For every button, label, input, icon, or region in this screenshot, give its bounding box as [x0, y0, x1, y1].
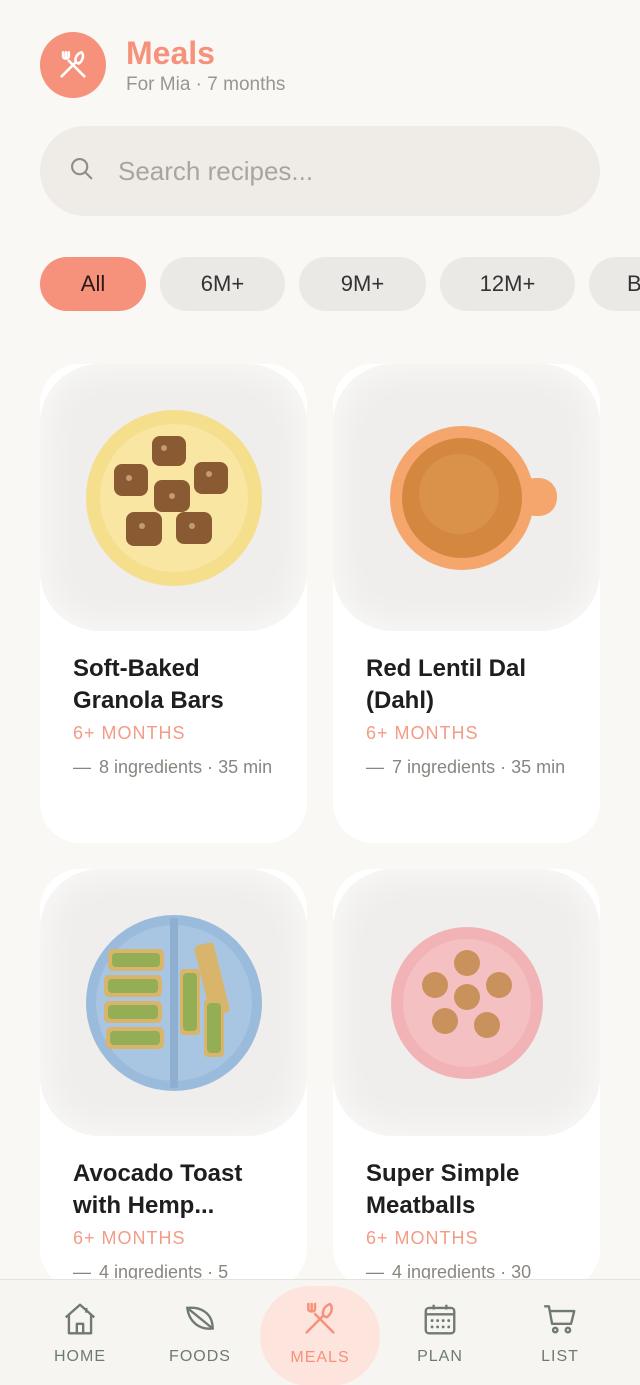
bottom-tab-bar: HOME FOODS MEALS PLAN LIST — [0, 1279, 640, 1385]
recipe-age-label: 6+ MONTHS — [366, 723, 479, 743]
filter-chip-9m[interactable]: 9M+ — [299, 257, 426, 311]
filter-chip-all[interactable]: All — [40, 257, 146, 311]
filter-chip-12m[interactable]: 12M+ — [440, 257, 575, 311]
home-icon — [64, 1303, 96, 1335]
recipe-title: Super Simple Meatballs — [366, 1160, 520, 1219]
search-bar[interactable] — [40, 126, 600, 216]
search-icon — [68, 155, 96, 188]
recipe-title: Soft-Baked Granola Bars — [73, 655, 224, 714]
recipe-meta: 8 ingredients · 35 min — [99, 757, 273, 777]
utensils-icon — [40, 32, 106, 98]
recipe-title: Avocado Toast with Hemp... — [73, 1160, 243, 1219]
recipe-card[interactable]: Red Lentil Dal (Dahl) 6+ MONTHS — 7 ingr… — [333, 364, 600, 843]
tab-label: PLAN — [417, 1348, 463, 1365]
cart-icon — [544, 1305, 576, 1334]
tab-list[interactable]: LIST — [500, 1280, 620, 1385]
recipe-image — [40, 364, 307, 631]
recipe-card[interactable]: Avocado Toast with Hemp... 6+ MONTHS — 4… — [40, 869, 307, 1289]
utensils-icon — [305, 1302, 335, 1334]
filter-chip-6m[interactable]: 6M+ — [160, 257, 285, 311]
search-input[interactable] — [118, 155, 558, 187]
recipe-card[interactable]: Super Simple Meatballs 6+ MONTHS — 4 ing… — [333, 869, 600, 1289]
recipe-meta: 7 ingredients · 35 min — [392, 757, 566, 777]
clock-icon: — — [73, 757, 91, 777]
tab-meals[interactable]: MEALS — [260, 1280, 380, 1385]
recipe-image — [333, 364, 600, 631]
tab-label: LIST — [541, 1348, 579, 1365]
filter-chip-more[interactable]: B — [589, 257, 640, 311]
page-header: Meals For Mia · 7 months — [40, 32, 285, 98]
recipe-image — [40, 869, 307, 1136]
recipe-title: Red Lentil Dal (Dahl) — [366, 655, 527, 714]
recipe-age-label: 6+ MONTHS — [73, 723, 186, 743]
recipe-image — [333, 869, 600, 1136]
tab-foods[interactable]: FOODS — [140, 1280, 260, 1385]
tab-label: FOODS — [169, 1348, 231, 1365]
recipe-card[interactable]: Soft-Baked Granola Bars 6+ MONTHS — 8 in… — [40, 364, 307, 843]
clock-icon: — — [366, 757, 384, 777]
tab-home[interactable]: HOME — [20, 1280, 140, 1385]
calendar-icon — [424, 1304, 456, 1335]
page-subtitle: For Mia · 7 months — [126, 74, 286, 95]
recipe-age-label: 6+ MONTHS — [366, 1228, 479, 1248]
tab-plan[interactable]: PLAN — [380, 1280, 500, 1385]
recipe-age-label: 6+ MONTHS — [73, 1228, 186, 1248]
age-filter-chips: All 6M+ 9M+ 12M+ B — [40, 257, 640, 311]
page-title: Meals — [126, 35, 215, 71]
tab-label: MEALS — [290, 1349, 350, 1366]
tab-label: HOME — [54, 1348, 106, 1365]
leaf-icon — [186, 1306, 214, 1330]
